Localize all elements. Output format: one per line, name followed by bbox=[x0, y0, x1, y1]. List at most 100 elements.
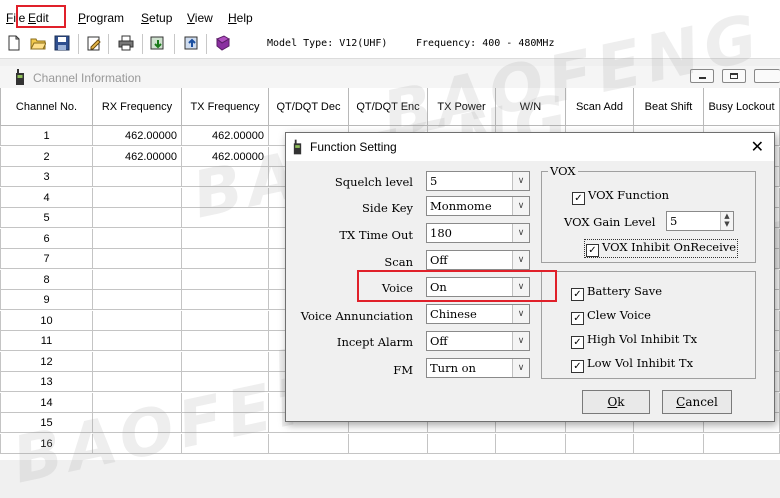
table-cell[interactable]: 462.00000 bbox=[182, 146, 269, 167]
channel-number-cell[interactable]: 15 bbox=[0, 413, 93, 433]
maximize-button[interactable] bbox=[722, 69, 746, 83]
table-cell[interactable] bbox=[428, 433, 496, 454]
minimize-button[interactable] bbox=[690, 69, 714, 83]
channel-number-cell[interactable]: 12 bbox=[0, 351, 93, 372]
channel-number-cell[interactable]: 11 bbox=[0, 331, 93, 351]
table-cell[interactable] bbox=[182, 187, 269, 208]
close-icon[interactable]: ✕ bbox=[751, 137, 764, 157]
chevron-down-icon[interactable]: ∨ bbox=[512, 224, 529, 242]
table-row[interactable]: 16 bbox=[0, 433, 780, 454]
table-cell[interactable] bbox=[182, 372, 269, 392]
print-icon[interactable] bbox=[118, 35, 134, 51]
channel-number-cell[interactable]: 1 bbox=[0, 126, 93, 146]
table-cell[interactable] bbox=[93, 392, 182, 413]
incept-alarm-select[interactable]: Off ∨ bbox=[426, 331, 530, 351]
edit-document-icon[interactable] bbox=[86, 35, 102, 51]
menu-setup[interactable]: Setup bbox=[141, 11, 172, 25]
table-cell[interactable] bbox=[93, 310, 182, 331]
table-cell[interactable] bbox=[93, 228, 182, 249]
battery-save-checkbox[interactable]: ✓ Battery Save bbox=[571, 284, 662, 301]
chevron-down-icon[interactable]: ∨ bbox=[512, 332, 529, 350]
table-cell[interactable] bbox=[93, 249, 182, 269]
table-cell[interactable] bbox=[182, 208, 269, 228]
col-channel-no[interactable]: Channel No. bbox=[0, 88, 93, 126]
table-cell[interactable] bbox=[704, 433, 780, 454]
table-cell[interactable] bbox=[93, 290, 182, 310]
channel-number-cell[interactable]: 16 bbox=[0, 433, 93, 454]
table-cell[interactable] bbox=[496, 433, 566, 454]
read-from-radio-icon[interactable] bbox=[150, 35, 166, 51]
squelch-select[interactable]: 5 ∨ bbox=[426, 171, 530, 191]
open-folder-icon[interactable] bbox=[30, 35, 46, 51]
channel-number-cell[interactable]: 13 bbox=[0, 372, 93, 392]
side-key-select[interactable]: Monmome ∨ bbox=[426, 196, 530, 216]
channel-number-cell[interactable]: 3 bbox=[0, 167, 93, 187]
vox-gain-spinner[interactable]: 5 ▲ ▼ bbox=[666, 211, 734, 231]
table-cell[interactable] bbox=[93, 187, 182, 208]
table-cell[interactable] bbox=[182, 167, 269, 187]
menu-program[interactable]: Program bbox=[78, 11, 124, 25]
table-cell[interactable]: 462.00000 bbox=[93, 126, 182, 146]
table-cell[interactable] bbox=[634, 433, 704, 454]
channel-number-cell[interactable]: 2 bbox=[0, 146, 93, 167]
chevron-down-icon[interactable]: ∨ bbox=[512, 359, 529, 377]
tx-timeout-select[interactable]: 180 ∨ bbox=[426, 223, 530, 243]
cancel-button[interactable]: Cancel bbox=[662, 390, 732, 414]
chevron-down-icon[interactable]: ∨ bbox=[512, 251, 529, 269]
fm-select[interactable]: Turn on ∨ bbox=[426, 358, 530, 378]
table-cell[interactable] bbox=[93, 372, 182, 392]
channel-number-cell[interactable]: 10 bbox=[0, 310, 93, 331]
book-icon[interactable] bbox=[215, 35, 231, 51]
table-cell[interactable] bbox=[93, 413, 182, 433]
table-cell[interactable]: 462.00000 bbox=[182, 126, 269, 146]
chevron-down-icon[interactable]: ∨ bbox=[512, 305, 529, 323]
table-cell[interactable] bbox=[182, 392, 269, 413]
save-icon[interactable] bbox=[54, 35, 70, 51]
high-vol-inhibit-checkbox[interactable]: ✓ High Vol Inhibit Tx bbox=[571, 332, 697, 349]
channel-number-cell[interactable]: 14 bbox=[0, 392, 93, 413]
spin-arrows-icon[interactable]: ▲ ▼ bbox=[720, 212, 733, 230]
col-tx-power[interactable]: TX Power bbox=[428, 88, 496, 126]
table-cell[interactable] bbox=[349, 433, 428, 454]
table-cell[interactable] bbox=[182, 290, 269, 310]
table-cell[interactable] bbox=[93, 331, 182, 351]
col-tx-frequency[interactable]: TX Frequency bbox=[182, 88, 269, 126]
col-qt-dqt-enc[interactable]: QT/DQT Enc bbox=[349, 88, 428, 126]
vox-function-checkbox[interactable]: ✓ VOX Function bbox=[572, 188, 669, 205]
table-cell[interactable] bbox=[182, 249, 269, 269]
table-cell[interactable] bbox=[93, 269, 182, 290]
col-qt-dqt-dec[interactable]: QT/DQT Dec bbox=[269, 88, 349, 126]
channel-number-cell[interactable]: 9 bbox=[0, 290, 93, 310]
table-cell[interactable] bbox=[182, 310, 269, 331]
channel-number-cell[interactable]: 6 bbox=[0, 228, 93, 249]
table-cell[interactable] bbox=[269, 433, 349, 454]
voice-annunciation-select[interactable]: Chinese ∨ bbox=[426, 304, 530, 324]
table-cell[interactable] bbox=[182, 413, 269, 433]
col-busy-lockout[interactable]: Busy Lockout bbox=[704, 88, 780, 126]
table-cell[interactable] bbox=[182, 228, 269, 249]
table-cell[interactable] bbox=[182, 433, 269, 454]
chevron-down-icon[interactable]: ∨ bbox=[512, 197, 529, 215]
col-scan-add[interactable]: Scan Add bbox=[566, 88, 634, 126]
new-file-icon[interactable] bbox=[6, 35, 22, 51]
col-w-n[interactable]: W/N bbox=[496, 88, 566, 126]
low-vol-inhibit-checkbox[interactable]: ✓ Low Vol Inhibit Tx bbox=[571, 356, 693, 373]
channel-number-cell[interactable]: 7 bbox=[0, 249, 93, 269]
menu-view[interactable]: View bbox=[187, 11, 213, 25]
ok-button[interactable]: Ok bbox=[582, 390, 650, 414]
channel-number-cell[interactable]: 5 bbox=[0, 208, 93, 228]
channel-number-cell[interactable]: 8 bbox=[0, 269, 93, 290]
close-window-button[interactable] bbox=[754, 69, 780, 83]
table-cell[interactable] bbox=[566, 433, 634, 454]
menu-help[interactable]: Help bbox=[228, 11, 253, 25]
col-rx-frequency[interactable]: RX Frequency bbox=[93, 88, 182, 126]
table-cell[interactable] bbox=[182, 331, 269, 351]
table-cell[interactable]: 462.00000 bbox=[93, 146, 182, 167]
table-cell[interactable] bbox=[93, 433, 182, 454]
vox-inhibit-checkbox[interactable]: ✓ VOX Inhibit OnReceive bbox=[584, 239, 739, 258]
table-cell[interactable] bbox=[93, 167, 182, 187]
table-cell[interactable] bbox=[182, 269, 269, 290]
clew-voice-checkbox[interactable]: ✓ Clew Voice bbox=[571, 308, 651, 325]
table-cell[interactable] bbox=[93, 208, 182, 228]
channel-number-cell[interactable]: 4 bbox=[0, 187, 93, 208]
